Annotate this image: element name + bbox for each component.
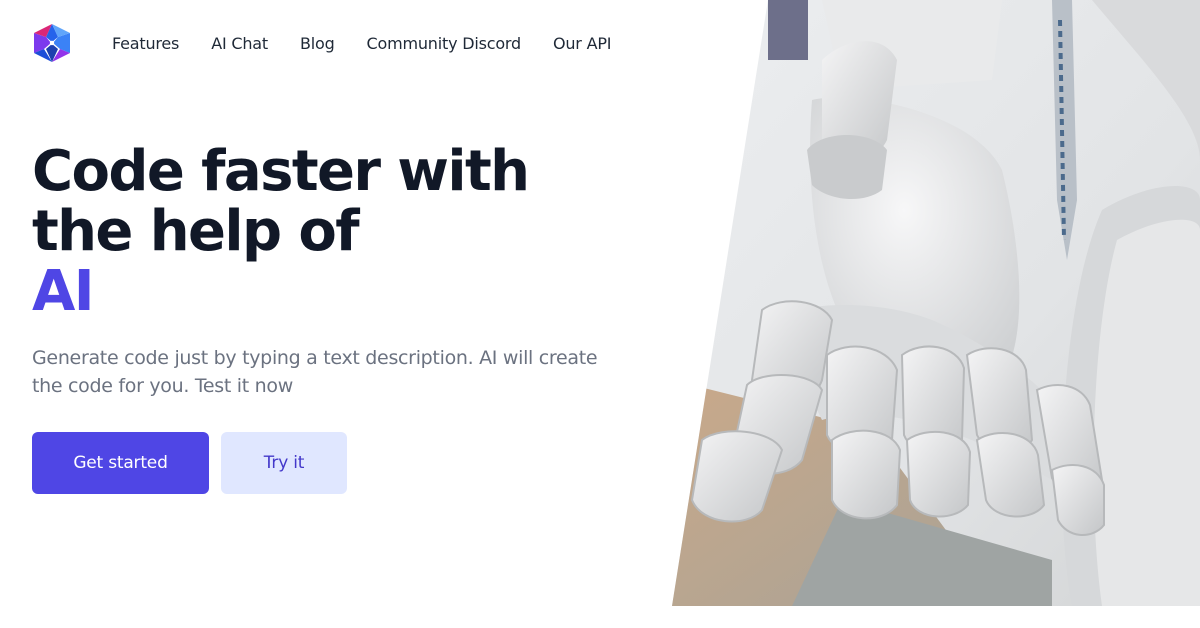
hero-headline-text: Code faster with the help of bbox=[32, 139, 530, 264]
top-nav: Features AI Chat Blog Community Discord … bbox=[112, 34, 643, 54]
robot-hand-photo bbox=[672, 0, 1200, 606]
try-it-button[interactable]: Try it bbox=[221, 432, 347, 494]
hero-headline: Code faster with the help of AI bbox=[32, 142, 632, 322]
get-started-button[interactable]: Get started bbox=[32, 432, 209, 494]
hero-headline-accent: AI bbox=[32, 259, 95, 324]
hero-subtitle: Generate code just by typing a text desc… bbox=[32, 347, 598, 397]
nav-features[interactable]: Features bbox=[112, 34, 179, 54]
nav-our-api[interactable]: Our API bbox=[553, 34, 612, 54]
nav-community-discord[interactable]: Community Discord bbox=[367, 34, 522, 54]
logo-icon[interactable] bbox=[32, 23, 72, 63]
nav-blog[interactable]: Blog bbox=[300, 34, 335, 54]
nav-ai-chat[interactable]: AI Chat bbox=[211, 34, 268, 54]
